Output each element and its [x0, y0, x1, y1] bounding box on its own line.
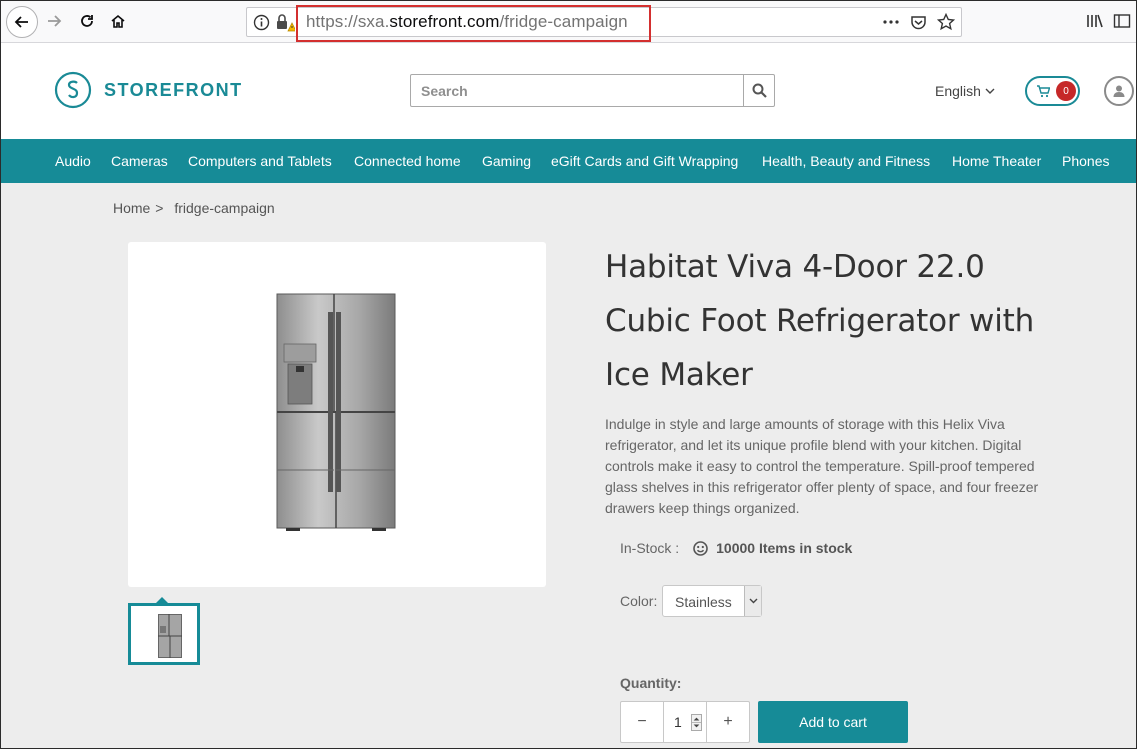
browser-window: https://sxa.storefront.com/fridge-campai… [0, 0, 1137, 749]
cart-count-badge: 0 [1056, 81, 1076, 101]
quantity-value: 1 [674, 714, 682, 730]
sidebar-button[interactable] [1108, 7, 1136, 35]
nav-item-connected-home[interactable]: Connected home [354, 153, 461, 169]
sidebar-icon [1113, 14, 1131, 28]
info-icon[interactable] [253, 14, 270, 31]
language-selector[interactable]: English [935, 83, 995, 99]
product-thumbnail[interactable] [128, 603, 200, 665]
url-text[interactable]: https://sxa.storefront.com/fridge-campai… [306, 12, 628, 32]
category-nav: Audio Cameras Computers and Tablets Conn… [1, 139, 1136, 183]
nav-item-egift-cards[interactable]: eGift Cards and Gift Wrapping [551, 153, 738, 169]
arrow-right-icon [48, 15, 62, 27]
search-icon [752, 83, 767, 98]
quantity-stepper: − 1 + [620, 701, 750, 743]
stock-label: In-Stock : [620, 540, 680, 556]
search-box [410, 74, 775, 107]
chevron-down-icon [749, 598, 757, 604]
breadcrumb-home[interactable]: Home [113, 200, 150, 216]
stock-count: 10000 Items in stock [716, 540, 853, 556]
insecure-lock-icon[interactable] [275, 13, 295, 33]
spinner-arrows-icon[interactable] [691, 714, 702, 731]
quantity-decrease-button[interactable]: − [621, 702, 664, 742]
bookmark-star-icon[interactable] [937, 13, 955, 31]
smile-icon [693, 540, 708, 556]
refrigerator-image[interactable] [276, 292, 398, 532]
select-arrow [744, 586, 761, 616]
storefront-logo-icon [54, 71, 92, 109]
reload-icon [81, 15, 93, 27]
nav-item-gaming[interactable]: Gaming [482, 153, 531, 169]
language-label: English [935, 83, 981, 99]
account-button[interactable] [1104, 76, 1134, 106]
library-button[interactable] [1081, 7, 1109, 35]
logo[interactable]: STOREFRONT [54, 71, 243, 109]
product-description: Indulge in style and large amounts of st… [605, 416, 1039, 516]
logo-text: STOREFRONT [104, 79, 243, 100]
forward-button[interactable] [40, 7, 68, 35]
nav-item-phones[interactable]: Phones [1062, 153, 1109, 169]
home-icon [111, 14, 125, 28]
refrigerator-thumbnail-image [158, 614, 182, 658]
nav-item-health-beauty[interactable]: Health, Beauty and Fitness [762, 153, 930, 169]
nav-item-home-theater[interactable]: Home Theater [952, 153, 1041, 169]
breadcrumb-separator: > [155, 200, 164, 216]
color-label: Color: [620, 593, 658, 609]
back-button[interactable] [6, 6, 38, 38]
breadcrumb-current: fridge-campaign [174, 200, 275, 216]
user-icon [1113, 85, 1125, 97]
nav-item-audio[interactable]: Audio [55, 153, 91, 169]
cart-button[interactable]: 0 [1025, 76, 1080, 106]
color-selected-value: Stainless [675, 594, 732, 610]
product-image-card [128, 242, 546, 587]
nav-item-computers-tablets[interactable]: Computers and Tablets [188, 153, 332, 169]
more-actions-icon[interactable] [882, 17, 900, 27]
cart-icon [1037, 84, 1050, 97]
search-input[interactable] [411, 75, 744, 106]
breadcrumb: Home > fridge-campaign [113, 200, 275, 216]
arrow-left-icon [14, 16, 28, 28]
library-icon [1087, 14, 1103, 28]
site-header: STOREFRONT English 0 [1, 43, 1136, 139]
search-button[interactable] [743, 75, 774, 106]
pocket-icon[interactable] [910, 14, 927, 31]
add-to-cart-button[interactable]: Add to cart [758, 701, 908, 743]
browser-toolbar: https://sxa.storefront.com/fridge-campai… [1, 1, 1136, 43]
product-title: Habitat Viva 4-Door 22.0 Cubic Foot Refr… [605, 249, 1035, 393]
quantity-input[interactable]: 1 [665, 702, 707, 742]
reload-button[interactable] [73, 7, 101, 35]
quantity-label: Quantity: [620, 675, 682, 691]
quantity-increase-button[interactable]: + [706, 702, 749, 742]
chevron-down-icon [985, 88, 995, 94]
stock-status: In-Stock : 10000 Items in stock [620, 540, 852, 556]
home-button[interactable] [104, 7, 132, 35]
nav-item-cameras[interactable]: Cameras [111, 153, 168, 169]
color-select[interactable]: Stainless [662, 585, 762, 617]
